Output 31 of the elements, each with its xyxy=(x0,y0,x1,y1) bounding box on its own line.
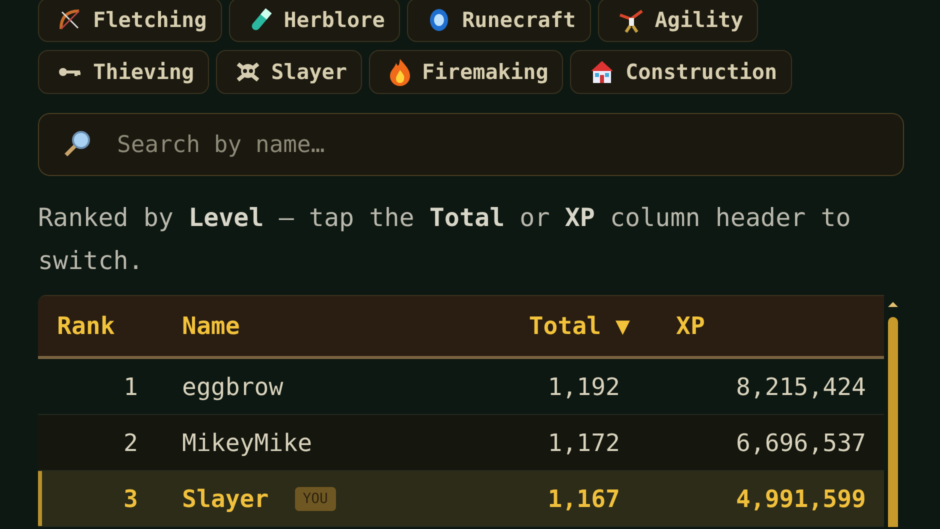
total-cell-text: 1,192 xyxy=(546,372,621,400)
player-name: MikeyMike xyxy=(182,428,312,456)
column-header[interactable]: Name xyxy=(138,312,480,340)
xp-cell-text: 4,991,599 xyxy=(734,484,867,512)
player-name: eggbrow xyxy=(182,372,284,400)
search-icon xyxy=(62,129,92,159)
skill-chip[interactable]: Thieving xyxy=(38,50,210,94)
rank-cell-text: 2 xyxy=(122,428,138,456)
total-cell-text: 1,172 xyxy=(546,428,621,456)
skill-chip[interactable]: Firemaking xyxy=(369,50,564,94)
rank-cell-text: 3 xyxy=(122,484,138,512)
hint-text: Ranked by Level — tap the Total or XP column header to switch. xyxy=(38,202,852,277)
player-name: Slayer xyxy=(182,484,269,512)
skill-chip[interactable]: Fletching xyxy=(38,0,222,42)
skill-chip[interactable]: Slayer xyxy=(216,50,362,94)
acrobat-icon xyxy=(616,7,645,33)
skill-chip[interactable]: Runecraft xyxy=(406,0,591,42)
xp-cell-text: 6,696,537 xyxy=(734,428,867,456)
fire-icon xyxy=(388,58,412,86)
you-badge: YOU xyxy=(294,486,336,510)
column-header[interactable]: XP xyxy=(650,312,884,340)
xp-cell-text: 8,215,424 xyxy=(734,372,867,400)
skill-chip[interactable]: Construction xyxy=(570,50,792,94)
rank-cell-text: 1 xyxy=(122,372,138,400)
search-field[interactable]: Search by name… xyxy=(38,113,904,176)
total-cell-text: 1,167 xyxy=(546,484,621,512)
skill-chip[interactable]: Herblore xyxy=(228,0,400,42)
column-header[interactable]: Rank xyxy=(38,312,138,340)
skill-chip[interactable]: Agility xyxy=(598,0,758,42)
house-icon xyxy=(589,59,616,85)
column-header[interactable]: Total ▼ xyxy=(480,312,650,340)
